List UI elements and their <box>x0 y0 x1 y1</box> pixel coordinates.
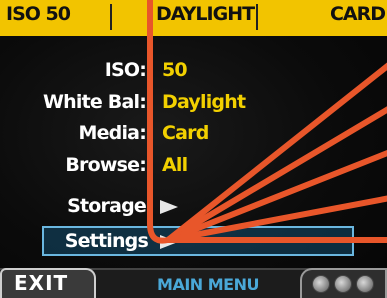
white-balance-status: DAYLIGHT <box>156 3 255 25</box>
exit-button[interactable]: EXIT <box>0 268 96 298</box>
menu-item-value: All <box>162 154 188 176</box>
menu-item-label: Media: <box>78 122 146 144</box>
dial-icon <box>356 275 374 293</box>
status-bar: ISO 50 DAYLIGHT CARD <box>0 0 387 36</box>
menu-item-label: Browse: <box>65 154 146 176</box>
menu-item-label: Storage <box>67 195 147 217</box>
menu-item-label: ISO: <box>104 59 147 81</box>
menu-item-label: Settings <box>64 230 149 252</box>
arrow-right-icon <box>160 200 178 214</box>
menu-item-value: 50 <box>162 59 188 81</box>
dial-icon <box>334 275 352 293</box>
menu-item-browse[interactable]: Browse: All <box>0 150 387 180</box>
camera-screen: ISO 50 DAYLIGHT CARD ISO: 50 White Bal: … <box>0 0 387 298</box>
divider <box>110 4 112 30</box>
dial-button[interactable] <box>300 268 387 298</box>
iso-status: ISO 50 <box>6 3 71 25</box>
menu-item-value: Card <box>162 122 209 144</box>
menu-item-label: White Bal: <box>43 91 147 113</box>
arrow-right-icon <box>160 235 178 249</box>
dial-icon <box>312 275 330 293</box>
menu-item-white-balance[interactable]: White Bal: Daylight <box>0 87 387 117</box>
menu-item-media[interactable]: Media: Card <box>0 118 387 148</box>
menu-item-iso[interactable]: ISO: 50 <box>0 55 387 85</box>
menu-item-storage[interactable]: Storage <box>0 191 387 221</box>
main-menu-tab[interactable]: MAIN MENU <box>128 270 288 298</box>
divider <box>256 4 258 30</box>
menu-item-value: Daylight <box>162 91 246 113</box>
media-status: CARD <box>329 3 386 25</box>
bottom-bar: EXIT MAIN MENU <box>0 268 387 298</box>
menu-item-settings[interactable]: Settings <box>42 226 354 256</box>
